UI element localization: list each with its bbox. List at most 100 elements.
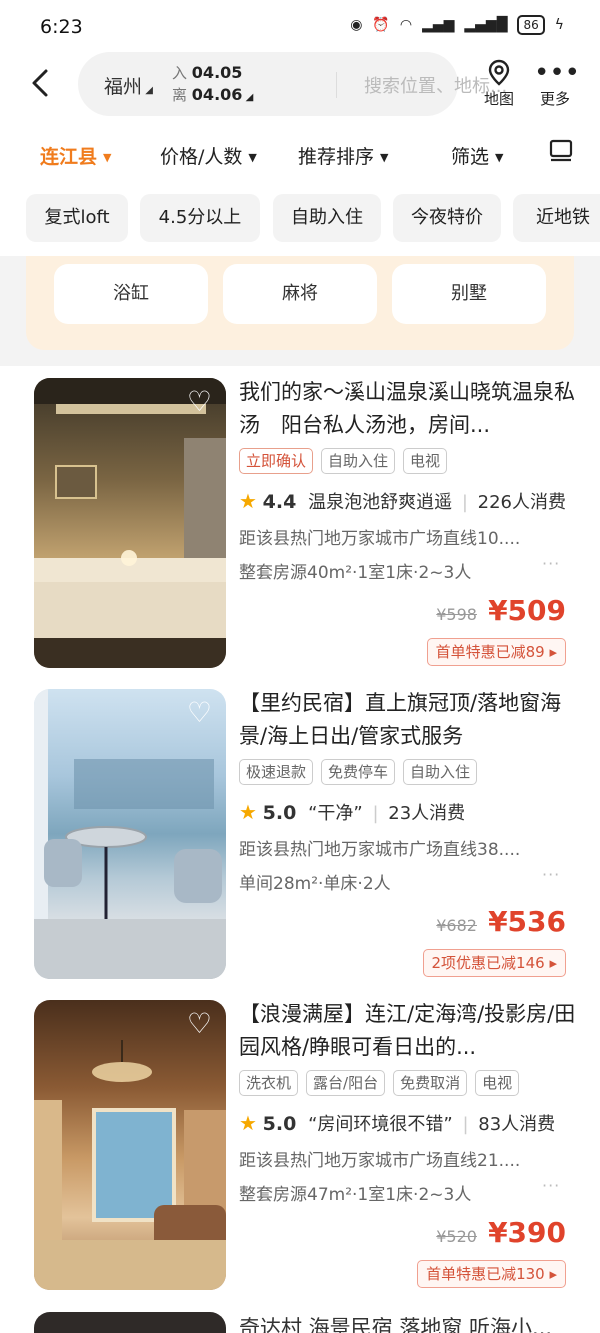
listing-badges: 立即确认 自助入住 电视 [239,448,448,474]
living-room-illustration [34,1040,226,1290]
listing-title[interactable]: 【里约民宿】直上旗冠顶/落地窗海景/海上日出/管家式服务 [239,687,579,753]
more-options-icon[interactable]: ··· [542,865,560,884]
listing-photo[interactable]: ♡ [34,378,226,668]
discount-tag[interactable]: 2项优惠已减146 ▸ [422,949,566,977]
filter-price-label: 价格/人数 [160,146,243,168]
caret-down-icon: ▼ [248,151,257,164]
quick-tag[interactable]: 复式loft [26,194,128,242]
favorite-heart-icon[interactable]: ♡ [187,699,212,727]
filter-location[interactable]: 连江县 ▼ [40,142,111,169]
favorite-heart-icon[interactable]: ♡ [187,1010,212,1038]
city-label: 福州 [104,76,143,98]
listing-badges: 极速退款 免费停车 自助入住 [239,759,478,785]
more-label: 更多 [539,90,570,108]
rating-score: 4.4 [262,491,297,513]
checkin-label: 入 [172,64,188,82]
checkout-label: 离 [172,86,188,104]
listing-list: ♡ 我们的家～溪山温泉溪山晓筑温泉私汤 阳台私人汤池，房间... 立即确认 自助… [0,366,600,1333]
promo-option[interactable]: 麻将 [223,264,377,324]
promo-panel: 浴缸 麻将 别墅 [26,256,574,350]
filter-sort[interactable]: 推荐排序 ▼ [298,142,388,169]
listing-distance: 距该县热门地万家城市广场直线21.... [239,1151,521,1171]
more-dots-icon: ••• [534,58,581,88]
header: 福州 ◢ 入 04.05 离 04.06 ◢ 搜索位置、地标... 地图 •••… [0,52,600,122]
signal-4g-icon: ▂▄▆█ [464,17,508,33]
listing-title[interactable]: 我们的家～溪山温泉溪山晓筑温泉私汤 阳台私人汤池，房间... [239,376,579,442]
listing-title[interactable]: 【浪漫满屋】连江/定海湾/投影房/田园风格/睁眼可看日出的... [239,998,579,1064]
city-selector[interactable]: 福州 ◢ [104,72,153,99]
rating-score: 5.0 [262,802,297,824]
more-options-icon[interactable]: ··· [542,1176,560,1195]
price-row: ¥682 ¥536 [436,905,566,938]
divider: | [462,1114,469,1135]
listing-room-info: 整套房源40m²·1室1床·2~3人 [239,563,472,583]
discount-tag[interactable]: 首单特惠已减89 ▸ [426,638,566,666]
listing-badge: 自助入住 [321,448,396,474]
filter-location-label: 连江县 [40,146,98,168]
caret-down-icon: ▼ [380,151,389,164]
quick-tags-row: 复式loft 4.5分以上 自助入住 今夜特价 近地铁 [0,186,600,256]
listing-badge: 免费停车 [321,759,396,785]
current-price: ¥390 [488,1216,566,1249]
original-price: ¥682 [436,916,477,935]
map-button[interactable]: 地图 [478,58,520,109]
listing-card[interactable]: ♡ 【浪漫满屋】连江/定海湾/投影房/田园风格/睁眼可看日出的... 洗衣机 露… [0,988,600,1298]
status-icons: ◉ ⏰ ◠ ▂▄▆ ▂▄▆█ 86 ϟ [350,15,564,35]
filter-sort-label: 推荐排序 [298,146,375,168]
divider: | [372,803,379,824]
favorite-heart-icon[interactable]: ♡ [187,388,212,416]
listing-distance: 距该县热门地万家城市广场直线38.... [239,840,521,860]
more-button[interactable]: ••• 更多 [534,58,581,109]
price-row: ¥520 ¥390 [436,1216,566,1249]
charging-icon: ϟ [554,17,564,33]
current-price: ¥509 [488,594,566,627]
listing-badge: 自助入住 [403,759,478,785]
listing-badge: 露台/阳台 [306,1070,386,1096]
quick-tag[interactable]: 4.5分以上 [140,194,260,242]
review-snippet: “干净” [308,803,363,824]
more-options-icon[interactable]: ··· [542,554,560,573]
listing-badge: 电视 [403,448,448,474]
rating-row: ★ 4.4 温泉泡池舒爽逍遥 | 226人消费 [239,488,566,514]
signal-icon: ▂▄▆ [422,17,455,33]
review-snippet: 温泉泡池舒爽逍遥 [308,492,453,513]
list-view-toggle[interactable] [548,138,574,168]
status-time: 6:23 [40,16,83,38]
search-divider [336,72,337,98]
seaview-illustration [34,689,226,979]
listing-room-info: 整套房源47m²·1室1床·2~3人 [239,1185,472,1205]
listing-badge: 洗衣机 [239,1070,299,1096]
listing-photo[interactable]: ♡ [34,689,226,979]
filter-price[interactable]: 价格/人数 ▼ [160,142,257,169]
map-pin-icon [488,59,510,86]
review-snippet: “房间环境很不错” [308,1114,453,1135]
quick-tag[interactable]: 今夜特价 [393,194,501,242]
quick-tag[interactable]: 近地铁 [513,194,600,242]
promo-option[interactable]: 浴缸 [54,264,208,324]
listing-title[interactable]: 奇达村 海景民宿 落地窗 听海小... [239,1312,579,1333]
listing-photo[interactable]: ♡ [34,1000,226,1290]
quick-tag[interactable]: 自助入住 [273,194,381,242]
filter-more-label: 筛选 [451,146,490,168]
listing-card[interactable]: ♡ 我们的家～溪山温泉溪山晓筑温泉私汤 阳台私人汤池，房间... 立即确认 自助… [0,366,600,676]
original-price: ¥598 [436,605,477,624]
promo-option[interactable]: 别墅 [392,264,546,324]
back-button[interactable] [28,68,60,100]
filter-more[interactable]: 筛选 ▼ [451,142,503,169]
date-selector[interactable]: 入 04.05 离 04.06 ◢ [172,62,253,109]
consumer-count: 226人消费 [477,492,566,513]
alarm-icon: ⏰ [372,17,390,33]
bedroom-illustration [34,378,226,668]
listing-photo[interactable] [34,1312,226,1333]
current-price: ¥536 [488,905,566,938]
star-icon: ★ [239,489,257,513]
checkin-date: 04.05 [191,63,243,82]
original-price: ¥520 [436,1227,477,1246]
search-box[interactable]: 福州 ◢ 入 04.05 离 04.06 ◢ 搜索位置、地标... [78,52,507,116]
listing-badge: 极速退款 [239,759,314,785]
star-icon: ★ [239,1111,257,1135]
discount-tag[interactable]: 首单特惠已减130 ▸ [417,1260,566,1288]
listing-room-info: 单间28m²·单床·2人 [239,874,391,894]
caret-down-icon: ▼ [495,151,504,164]
listing-card[interactable]: ♡ 【里约民宿】直上旗冠顶/落地窗海景/海上日出/管家式服务 极速退款 免费停车… [0,677,600,987]
